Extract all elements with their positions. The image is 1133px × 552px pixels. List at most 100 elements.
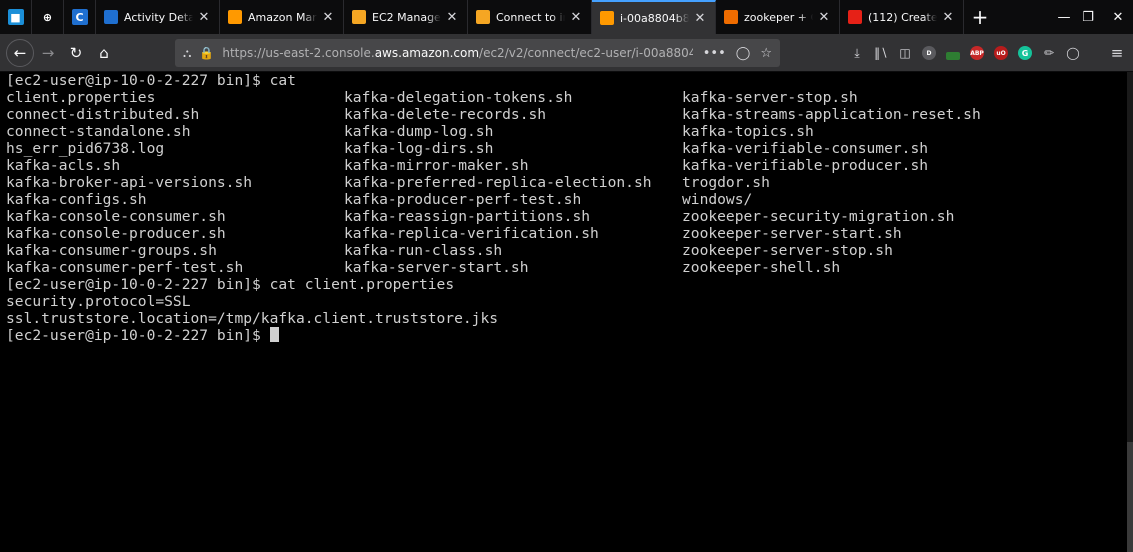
sidebar-icon[interactable]: ◫ bbox=[896, 44, 914, 62]
close-tab-icon[interactable]: ✕ bbox=[445, 10, 459, 25]
listing-row: kafka-console-producer.sh kafka-replica-v… bbox=[6, 225, 1133, 242]
terminal-line-cmd2: [ec2-user@ip-10-0-2-227 bin]$ cat client… bbox=[6, 276, 1133, 293]
file-name: kafka-streams-application-reset.sh bbox=[682, 106, 981, 123]
url-domain: aws.amazon.com bbox=[374, 46, 480, 60]
file-name: kafka-delegation-tokens.sh bbox=[344, 89, 573, 106]
command-text: cat bbox=[269, 72, 296, 89]
close-tab-icon[interactable]: ✕ bbox=[321, 10, 335, 25]
c-icon bbox=[104, 10, 118, 24]
file-name: kafka-consumer-groups.sh bbox=[6, 242, 217, 259]
file-name: kafka-delete-records.sh bbox=[344, 106, 547, 123]
url-prefix: https://us-east-2.console. bbox=[222, 46, 375, 60]
tab-title: Amazon Manag bbox=[248, 10, 317, 24]
aws-cube-icon bbox=[600, 11, 614, 25]
file-name: kafka-preferred-replica-election.sh bbox=[344, 174, 652, 191]
pinned-tab-icon: C bbox=[71, 9, 88, 25]
file-name: kafka-console-producer.sh bbox=[6, 225, 226, 242]
url-bar[interactable]: ⛬ 🔒 https://us-east-2.console.aws.amazon… bbox=[175, 39, 780, 67]
browser-tab[interactable]: Activity Details - ✕ bbox=[96, 0, 220, 34]
file-name: kafka-broker-api-versions.sh bbox=[6, 174, 253, 191]
pinned-tab-3[interactable]: C bbox=[64, 0, 96, 34]
pinned-tab-icon: ■ bbox=[7, 9, 24, 25]
file-name: kafka-producer-perf-test.sh bbox=[344, 191, 582, 208]
close-tab-icon[interactable]: ✕ bbox=[197, 10, 211, 25]
grammarly-icon[interactable]: G bbox=[1016, 44, 1034, 62]
extension-shield-icon[interactable]: ◯ bbox=[1064, 44, 1082, 62]
file-name: kafka-log-dirs.sh bbox=[344, 140, 494, 157]
file-name: kafka-dump-log.sh bbox=[344, 123, 494, 140]
file-name: kafka-verifiable-producer.sh bbox=[682, 157, 929, 174]
pocket-icon[interactable]: ◯ bbox=[736, 46, 751, 61]
extension-d-icon[interactable]: D bbox=[920, 44, 938, 62]
home-button[interactable]: ⌂ bbox=[90, 39, 118, 67]
pen-icon[interactable]: ✏ bbox=[1040, 44, 1058, 62]
lock-icon[interactable]: 🔒 bbox=[199, 46, 214, 60]
browser-tab[interactable]: Amazon Manag ✕ bbox=[220, 0, 344, 34]
extension-green-icon[interactable] bbox=[944, 44, 962, 62]
page-actions-button[interactable]: ••• bbox=[703, 46, 726, 61]
file-name: windows/ bbox=[682, 191, 753, 208]
reload-icon: ↻ bbox=[69, 43, 83, 62]
reload-button[interactable]: ↻ bbox=[62, 39, 90, 67]
browser-tab[interactable]: EC2 Managemen ✕ bbox=[344, 0, 468, 34]
tab-title: EC2 Managemen bbox=[372, 10, 441, 24]
file-listing: client.properties kafka-delegation-tokens… bbox=[6, 89, 1133, 276]
listing-row: connect-standalone.sh kafka-dump-log.sh ka… bbox=[6, 123, 1133, 140]
bookmark-star-icon[interactable]: ☆ bbox=[760, 46, 772, 61]
file-name: zookeeper-server-start.sh bbox=[682, 225, 902, 242]
tab-title: Activity Details - bbox=[124, 10, 193, 24]
output-line: security.protocol=SSL bbox=[6, 293, 191, 310]
file-name: hs_err_pid6738.log bbox=[6, 140, 165, 157]
back-button[interactable]: ← bbox=[6, 38, 34, 67]
close-window-button[interactable]: ✕ bbox=[1095, 0, 1133, 34]
download-icon[interactable]: ⤓ bbox=[848, 44, 866, 62]
terminal-line-current[interactable]: [ec2-user@ip-10-0-2-227 bin]$ bbox=[6, 327, 1133, 344]
close-tab-icon[interactable]: ✕ bbox=[693, 11, 707, 26]
shield-icon[interactable]: ⛬ bbox=[183, 46, 191, 61]
file-name: kafka-run-class.sh bbox=[344, 242, 503, 259]
file-name: kafka-console-consumer.sh bbox=[6, 208, 226, 225]
listing-row: kafka-console-consumer.sh kafka-reassign-… bbox=[6, 208, 1133, 225]
close-tab-icon[interactable]: ✕ bbox=[569, 10, 583, 25]
ublock-origin-icon[interactable]: uO bbox=[992, 44, 1010, 62]
hamburger-menu-icon[interactable]: ≡ bbox=[1108, 44, 1126, 62]
listing-row: kafka-configs.sh kafka-producer-perf-test… bbox=[6, 191, 1133, 208]
tab-title: zookeper + Clie bbox=[744, 10, 813, 24]
file-name: kafka-consumer-perf-test.sh bbox=[6, 259, 244, 276]
browser-tab[interactable]: (112) Create a Ka ✕ bbox=[840, 0, 964, 34]
url-text[interactable]: https://us-east-2.console.aws.amazon.com… bbox=[222, 46, 692, 60]
adblock-plus-icon[interactable]: ABP bbox=[968, 44, 986, 62]
new-tab-button[interactable]: + bbox=[964, 0, 996, 34]
forward-button[interactable]: → bbox=[34, 39, 62, 67]
file-name: zookeeper-server-stop.sh bbox=[682, 242, 893, 259]
pinned-tab-icon: ⊕ bbox=[39, 9, 56, 25]
listing-row: client.properties kafka-delegation-tokens… bbox=[6, 89, 1133, 106]
browser-tab[interactable]: i-00a8804b8be1a ✕ bbox=[592, 0, 716, 34]
listing-row: hs_err_pid6738.log kafka-log-dirs.sh kafka… bbox=[6, 140, 1133, 157]
listing-row: connect-distributed.sh kafka-delete-recor… bbox=[6, 106, 1133, 123]
library-icon[interactable]: ‖∖ bbox=[872, 44, 890, 62]
terminal[interactable]: [ec2-user@ip-10-0-2-227 bin]$ cat client… bbox=[0, 72, 1133, 552]
arrow-right-icon: → bbox=[41, 43, 55, 62]
text-cursor bbox=[269, 327, 279, 342]
file-name: trogdor.sh bbox=[682, 174, 770, 191]
shell-prompt: [ec2-user@ip-10-0-2-227 bin]$ bbox=[6, 276, 270, 293]
arrow-left-icon: ← bbox=[13, 43, 27, 62]
close-tab-icon[interactable]: ✕ bbox=[941, 10, 955, 25]
pinned-tab-2[interactable]: ⊕ bbox=[32, 0, 64, 34]
file-name: connect-standalone.sh bbox=[6, 123, 191, 140]
shell-prompt: [ec2-user@ip-10-0-2-227 bin]$ bbox=[6, 72, 270, 89]
pinned-tab-1[interactable]: ■ bbox=[0, 0, 32, 34]
browser-tab[interactable]: zookeper + Clie ✕ bbox=[716, 0, 840, 34]
close-tab-icon[interactable]: ✕ bbox=[817, 10, 831, 25]
scrollbar-thumb[interactable] bbox=[1127, 442, 1133, 552]
browser-tab[interactable]: Connect to insta ✕ bbox=[468, 0, 592, 34]
aws-box-icon bbox=[476, 10, 490, 24]
output-line: ssl.truststore.location=/tmp/kafka.clien… bbox=[6, 310, 499, 327]
youtube-icon bbox=[848, 10, 862, 24]
tab-strip: ■⊕C Activity Details -✕Amazon Manag✕EC2 … bbox=[0, 0, 1133, 34]
nav-bar: ← → ↻ ⌂ ⛬ 🔒 https://us-east-2.console.aw… bbox=[0, 34, 1133, 72]
file-name: client.properties bbox=[6, 89, 156, 106]
file-name: kafka-topics.sh bbox=[682, 123, 814, 140]
listing-row: kafka-acls.sh kafka-mirror-maker.sh kafka-… bbox=[6, 157, 1133, 174]
